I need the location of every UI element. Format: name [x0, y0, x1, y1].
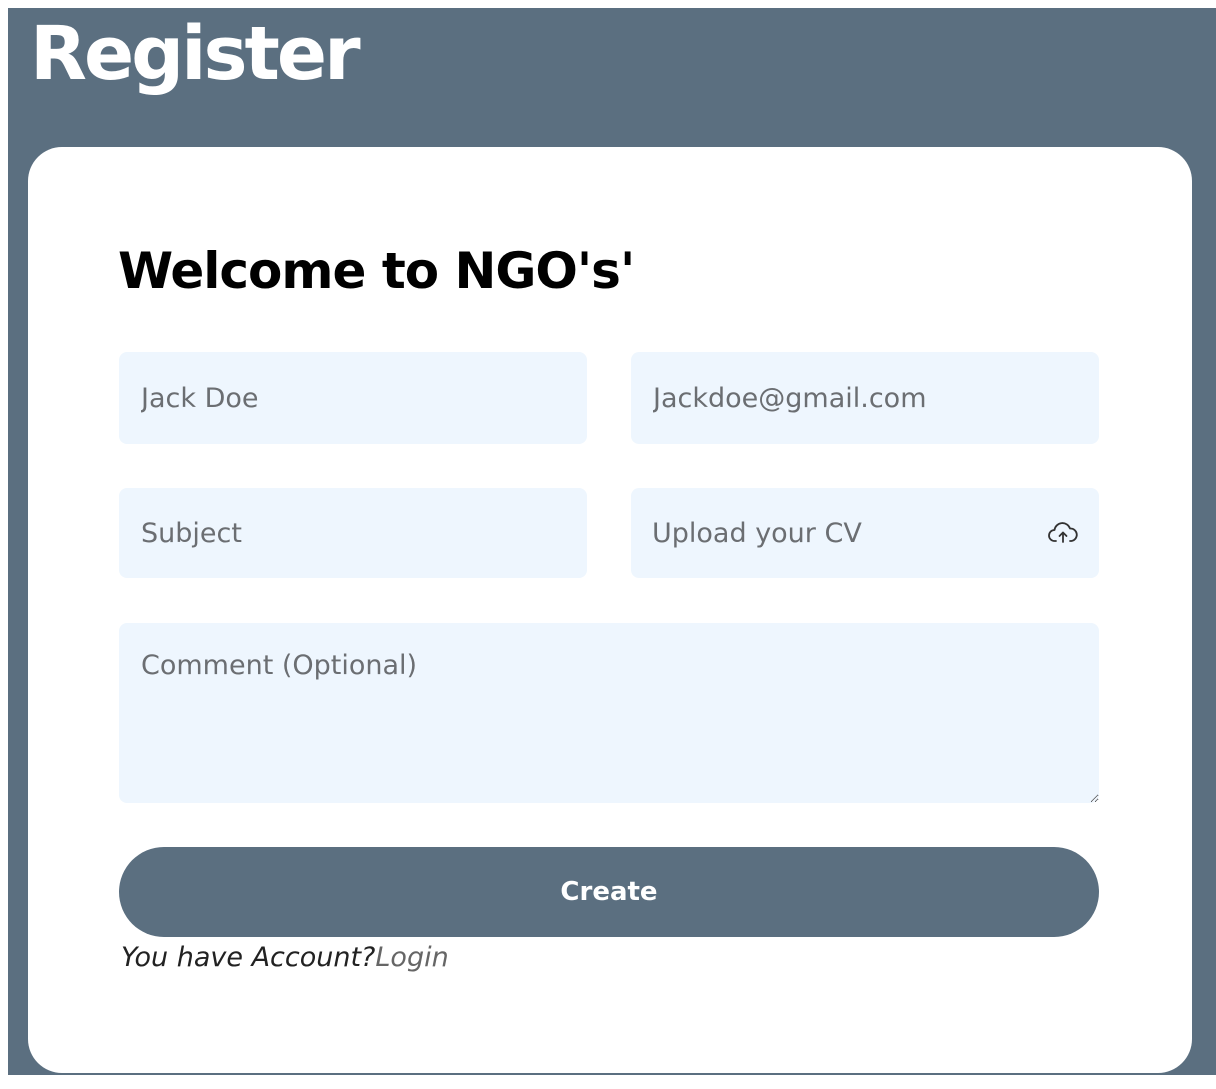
welcome-heading: Welcome to NGO's' [118, 242, 635, 300]
subject-input[interactable] [119, 488, 587, 578]
cv-upload-field[interactable]: Upload your CV [631, 488, 1099, 578]
login-link[interactable]: Login [375, 942, 448, 973]
register-card: Welcome to NGO's' Upload your CV Create … [28, 147, 1192, 1073]
page-title: Register [30, 11, 361, 97]
page-frame: Register Welcome to NGO's' Upload your C… [8, 8, 1216, 1075]
account-prompt-line: You have Account?Login [121, 940, 449, 976]
account-prompt-text: You have Account? [121, 942, 376, 973]
comment-textarea[interactable] [119, 623, 1099, 803]
create-button[interactable]: Create [119, 847, 1099, 937]
cloud-upload-icon[interactable] [1047, 521, 1079, 545]
cv-upload-label: Upload your CV [652, 517, 862, 549]
email-input[interactable] [631, 352, 1099, 444]
name-input[interactable] [119, 352, 587, 444]
